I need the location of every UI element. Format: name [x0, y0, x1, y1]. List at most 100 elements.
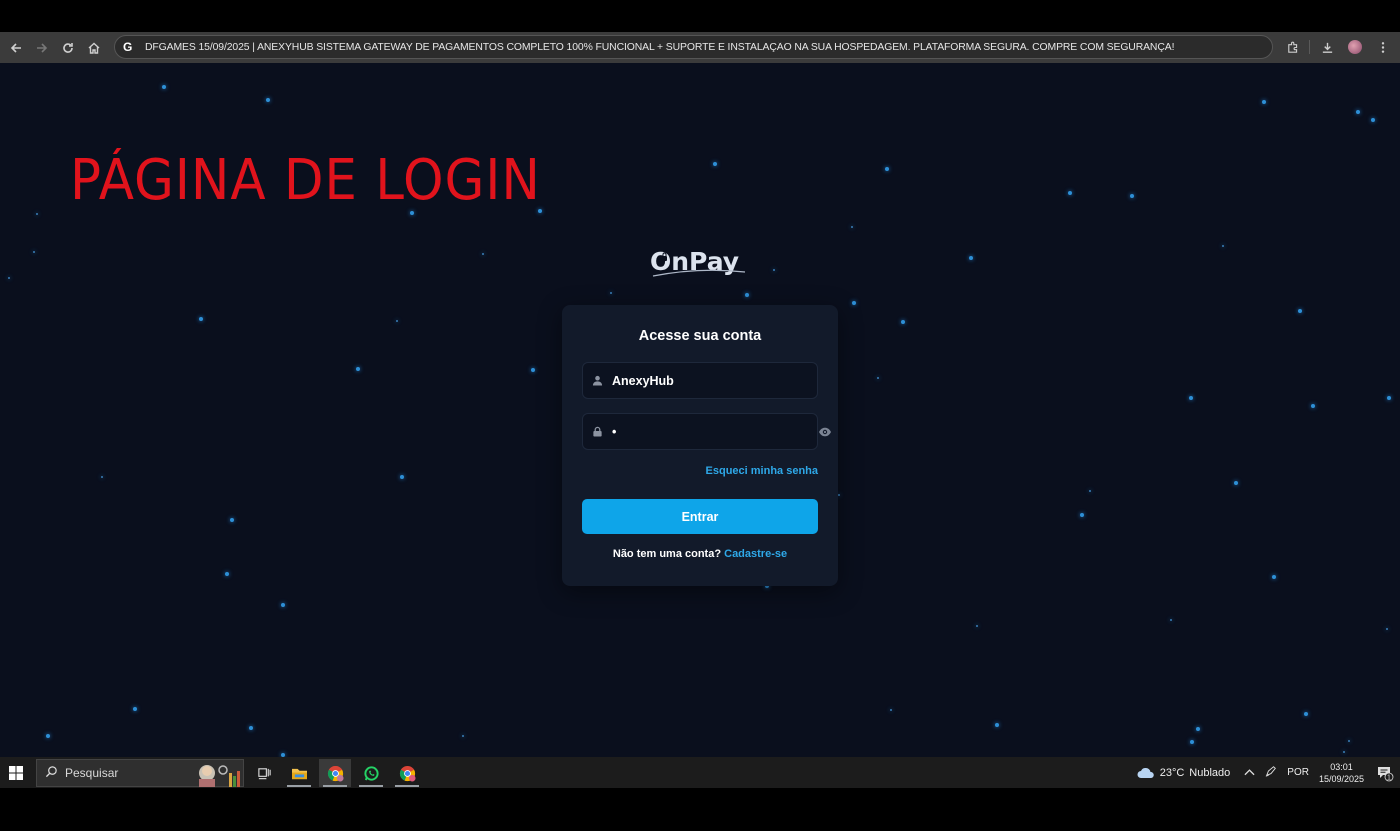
star-dot: [225, 572, 229, 576]
star-dot: [162, 85, 166, 89]
weather-widget[interactable]: 23°C Nublado: [1137, 766, 1231, 779]
screen-bottom-margin: [0, 788, 1400, 831]
running-indicator: [395, 785, 419, 787]
user-icon: [583, 375, 611, 386]
star-dot: [610, 292, 612, 294]
login-card: Acesse sua conta AnexyHub • Esqueci minh…: [562, 305, 838, 586]
clock-date: 15/09/2025: [1318, 773, 1364, 784]
extensions-icon[interactable]: [1281, 35, 1303, 59]
chrome-profile-1-icon[interactable]: [319, 759, 351, 787]
star-dot: [1189, 396, 1193, 400]
download-icon[interactable]: [1316, 35, 1338, 59]
star-dot: [1343, 751, 1345, 753]
address-bar[interactable]: G DFGAMES 15/09/2025 | ANEXYHUB SISTEMA …: [114, 35, 1273, 59]
screen-top-margin: [0, 0, 1400, 32]
star-dot: [877, 377, 879, 379]
star-dot: [133, 707, 137, 711]
star-dot: [462, 735, 464, 737]
star-dot: [890, 709, 892, 711]
star-dot: [969, 256, 973, 260]
weather-description: Nublado: [1189, 766, 1231, 779]
running-indicator: [323, 785, 347, 787]
star-dot: [36, 213, 38, 215]
system-tray: 23°C Nublado POR 03:01 15/09/2025 1: [1137, 757, 1400, 788]
chevron-up-icon[interactable]: [1244, 767, 1255, 779]
cloud-icon: [1137, 767, 1154, 778]
star-dot: [356, 367, 360, 371]
chrome-profile-2-icon[interactable]: [391, 759, 423, 787]
browser-toolbar: G DFGAMES 15/09/2025 | ANEXYHUB SISTEMA …: [0, 32, 1400, 63]
username-field[interactable]: AnexyHub: [582, 362, 818, 399]
star-dot: [396, 320, 398, 322]
password-value: •: [612, 424, 617, 439]
star-dot: [1089, 490, 1091, 492]
username-value: AnexyHub: [612, 373, 674, 388]
reload-icon[interactable]: [55, 35, 81, 61]
page-overlay-title: PÁGINA DE LOGIN: [70, 148, 541, 213]
star-dot: [400, 475, 404, 479]
star-dot: [1068, 191, 1072, 195]
star-dot: [1080, 513, 1084, 517]
star-dot: [1356, 110, 1360, 114]
show-password-eye-icon[interactable]: [818, 425, 832, 439]
task-view-icon[interactable]: [248, 759, 280, 787]
password-field[interactable]: •: [582, 413, 818, 450]
login-submit-button[interactable]: Entrar: [582, 499, 818, 534]
address-bar-text: DFGAMES 15/09/2025 | ANEXYHUB SISTEMA GA…: [145, 41, 1175, 53]
star-dot: [1130, 194, 1134, 198]
star-dot: [249, 726, 253, 730]
file-explorer-icon[interactable]: [283, 759, 315, 787]
pen-icon[interactable]: [1265, 765, 1277, 780]
input-language[interactable]: POR: [1287, 767, 1309, 778]
star-dot: [1262, 100, 1266, 104]
star-dot: [1190, 740, 1194, 744]
signup-link[interactable]: Cadastre-se: [724, 548, 787, 560]
star-dot: [482, 253, 484, 255]
login-page: PÁGINA DE LOGIN OnPay Acesse sua conta A…: [0, 63, 1400, 757]
forgot-password-link[interactable]: Esqueci minha senha: [706, 465, 818, 477]
star-dot: [8, 277, 10, 279]
search-highlight-illustration: [193, 761, 241, 787]
star-dot: [1298, 309, 1302, 313]
star-dot: [33, 251, 35, 253]
menu-kebab-icon[interactable]: [1372, 35, 1394, 59]
signup-row: Não tem uma conta? Cadastre-se: [562, 548, 838, 560]
windows-taskbar: Pesquisar 23°C Nublado POR 03:01 15/09/2…: [0, 757, 1400, 788]
star-dot: [1196, 727, 1200, 731]
clock[interactable]: 03:01 15/09/2025: [1319, 761, 1364, 785]
star-dot: [1348, 740, 1350, 742]
star-dot: [1311, 404, 1315, 408]
lock-icon: [583, 426, 611, 437]
whatsapp-icon[interactable]: [355, 759, 387, 787]
star-dot: [885, 167, 889, 171]
star-dot: [1387, 396, 1391, 400]
star-dot: [101, 476, 103, 478]
star-dot: [995, 723, 999, 727]
google-icon: G: [123, 40, 133, 54]
star-dot: [1170, 619, 1172, 621]
star-dot: [1371, 118, 1375, 122]
logo-text: OnPay: [650, 247, 739, 276]
search-placeholder: Pesquisar: [65, 766, 119, 780]
forward-arrow-icon[interactable]: [29, 35, 55, 61]
star-dot: [1222, 245, 1224, 247]
star-dot: [838, 494, 840, 496]
notification-center-icon[interactable]: 1: [1376, 764, 1394, 782]
running-indicator: [359, 785, 383, 787]
profile-avatar[interactable]: [1344, 35, 1366, 59]
star-dot: [46, 734, 50, 738]
home-icon[interactable]: [81, 35, 107, 61]
taskbar-search-box[interactable]: Pesquisar: [36, 759, 244, 787]
login-title: Acesse sua conta: [638, 328, 762, 344]
star-dot: [281, 603, 285, 607]
star-dot: [901, 320, 905, 324]
star-dot: [1386, 628, 1388, 630]
weather-temperature: 23°C: [1159, 766, 1185, 779]
star-dot: [713, 162, 717, 166]
windows-start-icon[interactable]: [8, 765, 24, 781]
search-icon: [45, 765, 63, 781]
back-arrow-icon[interactable]: [3, 35, 29, 61]
running-indicator: [287, 785, 311, 787]
onpay-logo: OnPay: [649, 245, 749, 279]
star-dot: [230, 518, 234, 522]
